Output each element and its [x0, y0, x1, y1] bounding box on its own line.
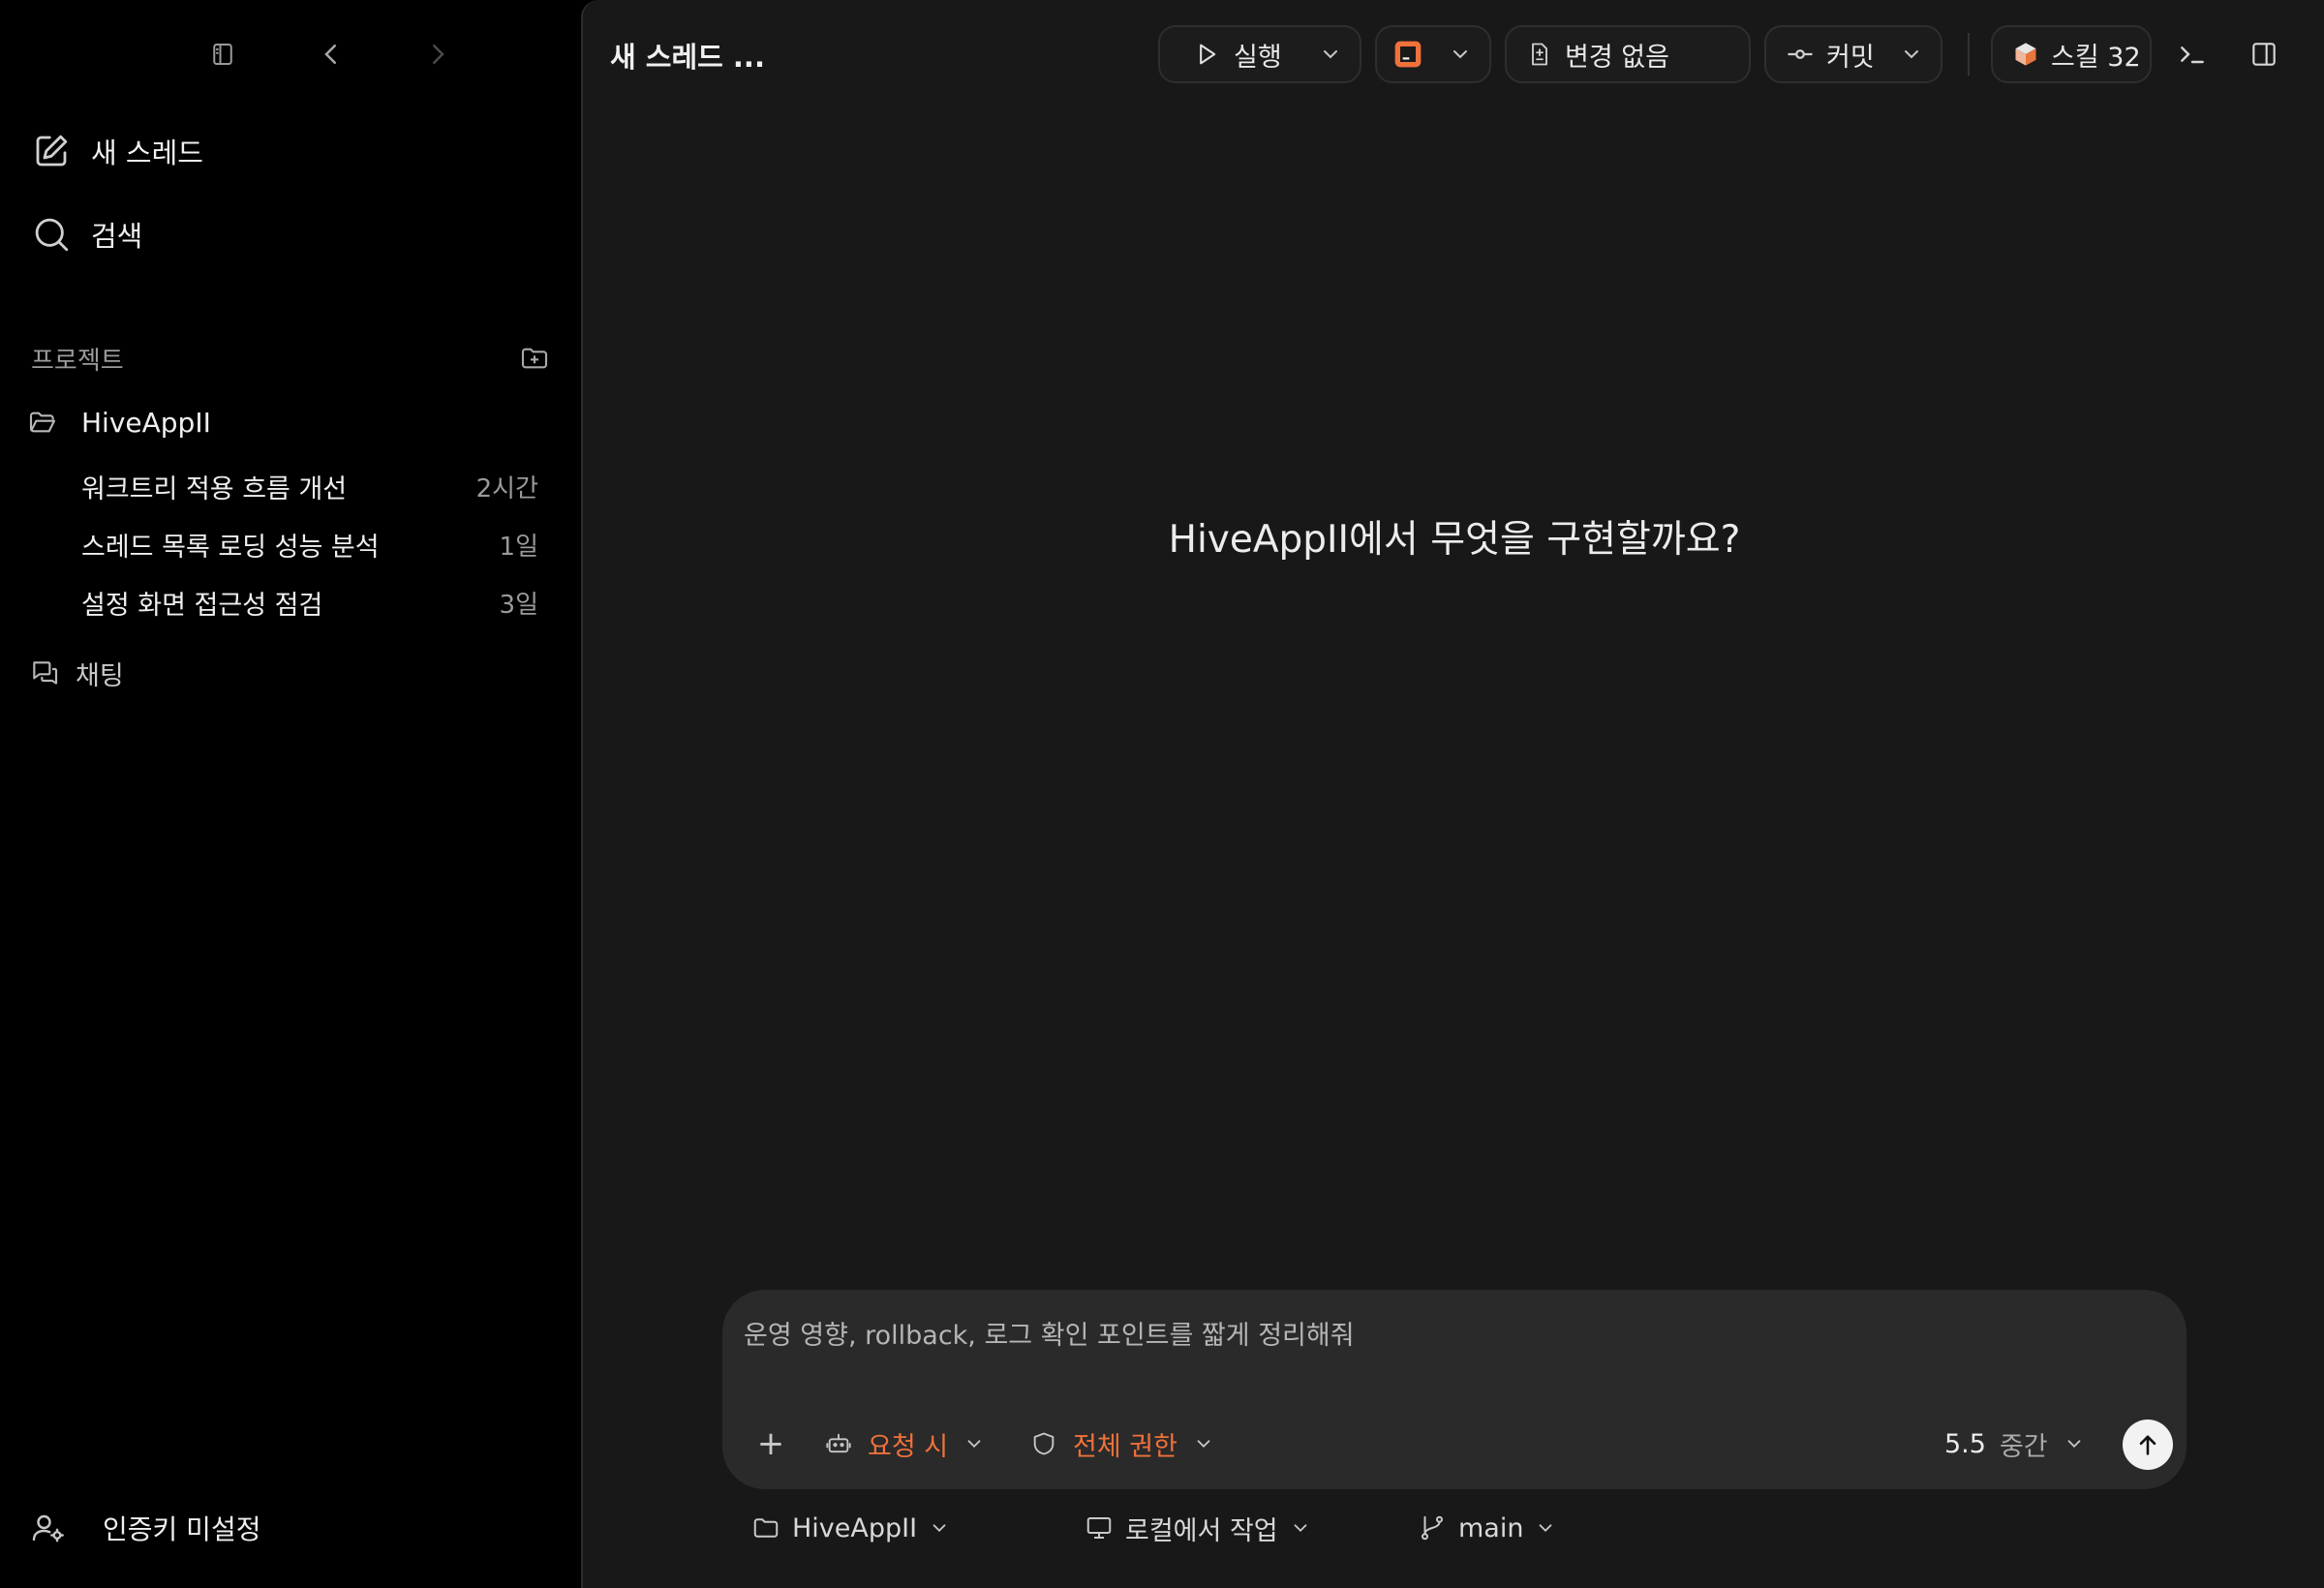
open-folder-icon — [29, 412, 56, 433]
toggle-right-panel-icon[interactable] — [2245, 35, 2283, 74]
environment-selector[interactable]: 로컬에서 작업 — [1085, 1507, 1311, 1549]
chevron-down-icon[interactable] — [1449, 43, 1472, 66]
cube-icon — [2015, 43, 2036, 66]
chevron-down-icon — [967, 1440, 981, 1449]
thread-title: 설정 화면 접근성 점검 — [81, 590, 323, 621]
shield-icon — [1033, 1432, 1055, 1455]
thread-item[interactable]: 설정 화면 접근성 점검 3일 — [81, 581, 538, 624]
model-selector-dropdown[interactable]: 5.5 중간 — [1944, 1420, 2085, 1468]
thread-item[interactable]: 워크트리 적용 흐름 개선 2시간 — [81, 465, 538, 507]
forward-arrow-icon[interactable] — [418, 35, 457, 74]
chevron-down-icon[interactable] — [1900, 43, 1923, 66]
projects-section-header: 프로젝트 — [31, 339, 550, 378]
approval-mode-label: 요청 시 — [868, 1431, 949, 1462]
thread-title: 워크트리 적용 흐름 개선 — [81, 473, 348, 504]
chevron-down-icon — [1540, 1524, 1552, 1533]
thread-title-header: 새 스레드 ... — [610, 41, 765, 74]
plus-icon: + — [756, 1424, 785, 1463]
thread-item[interactable]: 스레드 목록 로딩 성능 분석 1일 — [81, 523, 538, 565]
chat-item[interactable]: 채팅 — [29, 652, 124, 694]
file-diff-icon — [1532, 43, 1547, 66]
run-button[interactable]: 실행 — [1158, 25, 1361, 83]
search-label: 검색 — [91, 220, 143, 253]
chevron-down-icon — [1197, 1440, 1210, 1449]
project-selector-label: HiveAppII — [792, 1512, 918, 1543]
project-selector[interactable]: HiveAppII — [751, 1507, 950, 1549]
project-name: HiveAppII — [81, 406, 211, 439]
auth-key-label: 인증키 미설정 — [103, 1513, 261, 1545]
model-version: 5.5 — [1944, 1428, 1986, 1459]
monitor-icon — [1086, 1517, 1112, 1539]
changes-button[interactable]: 변경 없음 — [1505, 25, 1751, 83]
add-folder-icon[interactable] — [519, 343, 550, 374]
ide-selector-button[interactable] — [1375, 25, 1491, 83]
user-settings-icon — [32, 1514, 64, 1542]
changes-label: 변경 없음 — [1565, 42, 1669, 73]
play-icon — [1200, 44, 1216, 65]
chevron-down-icon — [933, 1524, 946, 1533]
git-commit-icon — [1788, 49, 1813, 59]
chevron-down-icon[interactable] — [1319, 43, 1342, 66]
robot-icon — [826, 1433, 851, 1453]
search-icon — [35, 218, 69, 252]
chat-bubbles-icon — [33, 661, 58, 685]
sidebar: 새 스레드 검색 프로젝트 HiveAppII 워크트리 적용 흐름 개선 2시… — [0, 0, 581, 1588]
folder-icon — [753, 1518, 779, 1538]
chevron-down-icon — [1294, 1524, 1307, 1533]
approval-mode-dropdown[interactable]: 요청 시 — [825, 1420, 985, 1468]
prompt-input[interactable] — [744, 1311, 2157, 1359]
git-branch-icon — [1422, 1515, 1443, 1541]
new-thread-label: 새 스레드 — [91, 137, 203, 169]
projects-heading: 프로젝트 — [31, 346, 124, 376]
skills-label: 스킬 32 — [2051, 42, 2141, 73]
search-button[interactable]: 검색 — [31, 211, 142, 258]
new-thread-button[interactable]: 새 스레드 — [31, 128, 203, 174]
chat-label: 채팅 — [76, 660, 124, 691]
ide-app-icon — [1394, 41, 1422, 68]
composer: + 요청 시 전체 권한 5.5 중간 — [722, 1290, 2186, 1489]
app-window: 새 스레드 검색 프로젝트 HiveAppII 워크트리 적용 흐름 개선 2시… — [0, 0, 2324, 1588]
permission-label: 전체 권한 — [1073, 1431, 1177, 1462]
thread-title: 스레드 목록 로딩 성능 분석 — [81, 532, 380, 563]
chevron-down-icon — [2067, 1440, 2081, 1449]
commit-label: 커밋 — [1826, 42, 1875, 73]
back-arrow-icon[interactable] — [312, 35, 351, 74]
hero-prompt: HiveAppII에서 무엇을 구현할까요? — [1168, 518, 1741, 562]
auth-key-settings[interactable]: 인증키 미설정 — [31, 1507, 260, 1549]
toolbar-divider — [1968, 33, 1970, 76]
toggle-sidebar-icon[interactable] — [203, 35, 242, 74]
arrow-up-icon — [2139, 1435, 2156, 1455]
main-panel: 새 스레드 ... 실행 변경 없음 커밋 스킬 32 HiveAppII에서 … — [581, 0, 2324, 1588]
permission-dropdown[interactable]: 전체 권한 — [1030, 1420, 1214, 1468]
commit-button[interactable]: 커밋 — [1764, 25, 1942, 83]
branch-label: main — [1458, 1512, 1524, 1543]
add-attachment-button[interactable]: + — [751, 1420, 790, 1468]
run-label: 실행 — [1234, 42, 1282, 73]
branch-selector[interactable]: main — [1418, 1507, 1556, 1549]
thread-time: 3일 — [499, 590, 538, 620]
skills-button[interactable]: 스킬 32 — [1991, 25, 2152, 83]
thread-time: 1일 — [499, 532, 538, 562]
terminal-icon[interactable] — [2173, 35, 2212, 74]
project-item[interactable]: HiveAppII — [27, 401, 211, 443]
compose-icon — [36, 135, 68, 167]
thread-time: 2시간 — [475, 473, 538, 504]
environment-label: 로컬에서 작업 — [1125, 1515, 1278, 1546]
effort-label: 중간 — [1999, 1431, 2048, 1462]
send-button[interactable] — [2123, 1420, 2173, 1470]
